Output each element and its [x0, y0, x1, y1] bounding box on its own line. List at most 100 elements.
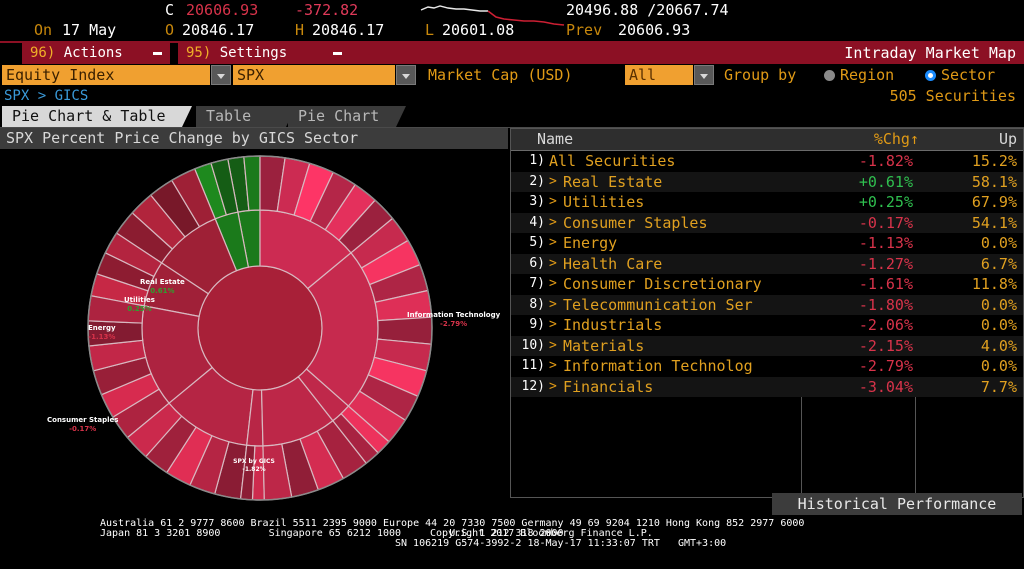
expand-chevron-icon[interactable]: > — [549, 233, 557, 254]
table-row[interactable]: 10) > Materials -2.15% 4.0% — [511, 335, 1023, 357]
pie-slice-label: Information Technology -2.79% — [407, 311, 500, 329]
settings-label: Settings — [219, 45, 288, 61]
tab-pie-chart[interactable]: Pie Chart — [288, 106, 406, 127]
quote-low-value: 20601.08 — [442, 21, 515, 39]
historical-performance-button[interactable]: Historical Performance — [772, 493, 1022, 515]
market-cap-input[interactable]: All — [625, 65, 693, 85]
quote-last-price: 20606.93 — [186, 1, 259, 19]
row-index: 4) — [529, 214, 545, 230]
row-pct-up: 0.0% — [980, 295, 1017, 314]
row-sector-name[interactable]: Consumer Discretionary — [563, 274, 762, 295]
pie-slice-label: Utilities 0.25% — [124, 296, 155, 314]
ticker-input[interactable]: SPX — [233, 65, 395, 85]
security-type-dropdown-button[interactable] — [211, 65, 231, 85]
row-sector-name[interactable]: All Securities — [549, 151, 675, 172]
expand-chevron-icon[interactable]: > — [549, 315, 557, 336]
column-header-name[interactable]: Name — [537, 129, 573, 150]
tab-table[interactable]: Table — [196, 106, 296, 127]
row-pct-change: -1.80% — [858, 295, 913, 314]
row-sector-name[interactable]: Health Care — [563, 254, 662, 275]
table-row[interactable]: 6) > Health Care -1.27% 6.7% — [511, 253, 1023, 275]
actions-label: Actions — [63, 45, 123, 61]
quote-ticker[interactable]: INDU — [34, 0, 70, 21]
row-sector-name[interactable]: Energy — [563, 233, 617, 254]
row-sector-name[interactable]: Utilities — [563, 192, 644, 213]
screen-title: Intraday Market Map — [844, 44, 1016, 62]
filter-controls-row: Equity Index SPX Market Cap (USD) All Gr… — [0, 64, 1024, 86]
tab-pie-chart-and-table[interactable]: Pie Chart & Table — [2, 106, 192, 127]
row-pct-up: 0.0% — [980, 357, 1017, 375]
sector-label[interactable]: Sector — [941, 65, 995, 85]
row-pct-up: 15.2% — [971, 152, 1017, 170]
table-row[interactable]: 1) All Securities -1.82% 15.2% — [511, 151, 1023, 172]
table-row[interactable]: 3) > Utilities +0.25% 67.9% — [511, 192, 1023, 213]
expand-chevron-icon[interactable]: > — [549, 336, 557, 357]
table-row[interactable]: 12) > Financials -3.04% 7.7% — [511, 376, 1023, 398]
row-sector-name[interactable]: Industrials — [563, 315, 662, 336]
expand-chevron-icon[interactable]: > — [549, 356, 557, 377]
market-cap-dropdown-button[interactable] — [694, 65, 714, 85]
expand-chevron-icon[interactable]: > — [549, 254, 557, 275]
securities-count: 505 Securities — [889, 87, 1016, 105]
column-header-up[interactable]: Up — [921, 129, 1017, 150]
row-sector-name[interactable]: Financials — [563, 377, 653, 398]
row-sector-name[interactable]: Telecommunication Ser — [563, 295, 753, 316]
row-index: 7) — [529, 276, 545, 291]
table-row[interactable]: 9) > Industrials -2.06% 0.0% — [511, 315, 1023, 336]
row-pct-change: -0.17% — [858, 213, 913, 232]
red-toolbar: 96) Actions 95) Settings Intraday Market… — [0, 43, 1024, 64]
quote-date: 17 May — [62, 21, 117, 39]
breadcrumb[interactable]: SPX > GICS — [4, 86, 88, 106]
row-sector-name[interactable]: Real Estate — [563, 172, 662, 193]
quote-bid-ask-range: 20496.88 /20667.74 — [566, 1, 729, 19]
table-row[interactable]: 5) > Energy -1.13% 0.0% — [511, 233, 1023, 254]
pie-slice-label-value: -2.79% — [439, 320, 468, 328]
row-pct-change: +0.61% — [858, 172, 913, 191]
pie-center-name: SPX by GICS — [233, 458, 275, 465]
security-type-input[interactable]: Equity Index — [2, 65, 210, 85]
expand-chevron-icon[interactable]: > — [549, 213, 557, 234]
column-header-pct-change[interactable]: %Chg↑ — [801, 129, 919, 150]
row-index: 3) — [529, 194, 545, 209]
pie-slice-label: Real Estate 0.61% — [140, 278, 185, 296]
settings-number: 95) — [186, 45, 212, 61]
expand-chevron-icon[interactable]: > — [549, 172, 557, 193]
expand-chevron-icon[interactable]: > — [549, 295, 557, 316]
expand-chevron-icon[interactable]: > — [549, 192, 557, 213]
table-row[interactable]: 7) > Consumer Discretionary -1.61% 11.8% — [511, 274, 1023, 295]
chevron-down-icon — [153, 52, 162, 55]
gics-sunburst-chart[interactable] — [60, 150, 460, 506]
expand-chevron-icon[interactable]: > — [549, 377, 557, 398]
table-row[interactable]: 2) > Real Estate +0.61% 58.1% — [511, 171, 1023, 193]
row-sector-name[interactable]: Materials — [563, 336, 644, 357]
sunburst-center-disc[interactable] — [197, 265, 323, 391]
row-index: 2) — [529, 173, 545, 189]
row-sector-name[interactable]: Information Technolog — [563, 356, 753, 377]
row-index: 11) — [521, 358, 545, 373]
settings-menu-button[interactable]: 95) Settings — [178, 43, 350, 64]
row-pct-change: -3.04% — [858, 377, 913, 396]
row-pct-up: 6.7% — [980, 254, 1017, 273]
row-pct-change: -2.79% — [858, 357, 913, 375]
expand-chevron-icon[interactable]: > — [549, 274, 557, 295]
row-sector-name[interactable]: Consumer Staples — [563, 213, 708, 234]
chevron-down-icon — [217, 74, 225, 79]
quote-prev-label: Prev — [566, 21, 603, 39]
radio-group-by-sector[interactable] — [925, 70, 936, 81]
actions-menu-button[interactable]: 96) Actions — [22, 43, 170, 64]
pie-slice-label: Energy -1.13% — [88, 324, 116, 342]
row-pct-change: +0.25% — [858, 193, 913, 211]
pie-center-label: SPX by GICS -1.82% — [212, 458, 296, 474]
radio-group-by-region[interactable] — [824, 70, 835, 81]
table-row[interactable]: 8) > Telecommunication Ser -1.80% 0.0% — [511, 294, 1023, 316]
ticker-dropdown-button[interactable] — [396, 65, 416, 85]
table-row[interactable]: 4) > Consumer Staples -0.17% 54.1% — [511, 212, 1023, 234]
pie-slice-label-name: Energy — [88, 324, 116, 332]
quote-open-label: O — [165, 21, 175, 39]
region-label[interactable]: Region — [840, 65, 894, 85]
row-pct-change: -2.15% — [858, 336, 913, 355]
table-row[interactable]: 11) > Information Technolog -2.79% 0.0% — [511, 356, 1023, 377]
group-by-label: Group by — [724, 66, 797, 84]
row-pct-up: 0.0% — [980, 316, 1017, 334]
pie-slice-label-value: 0.25% — [127, 305, 152, 313]
